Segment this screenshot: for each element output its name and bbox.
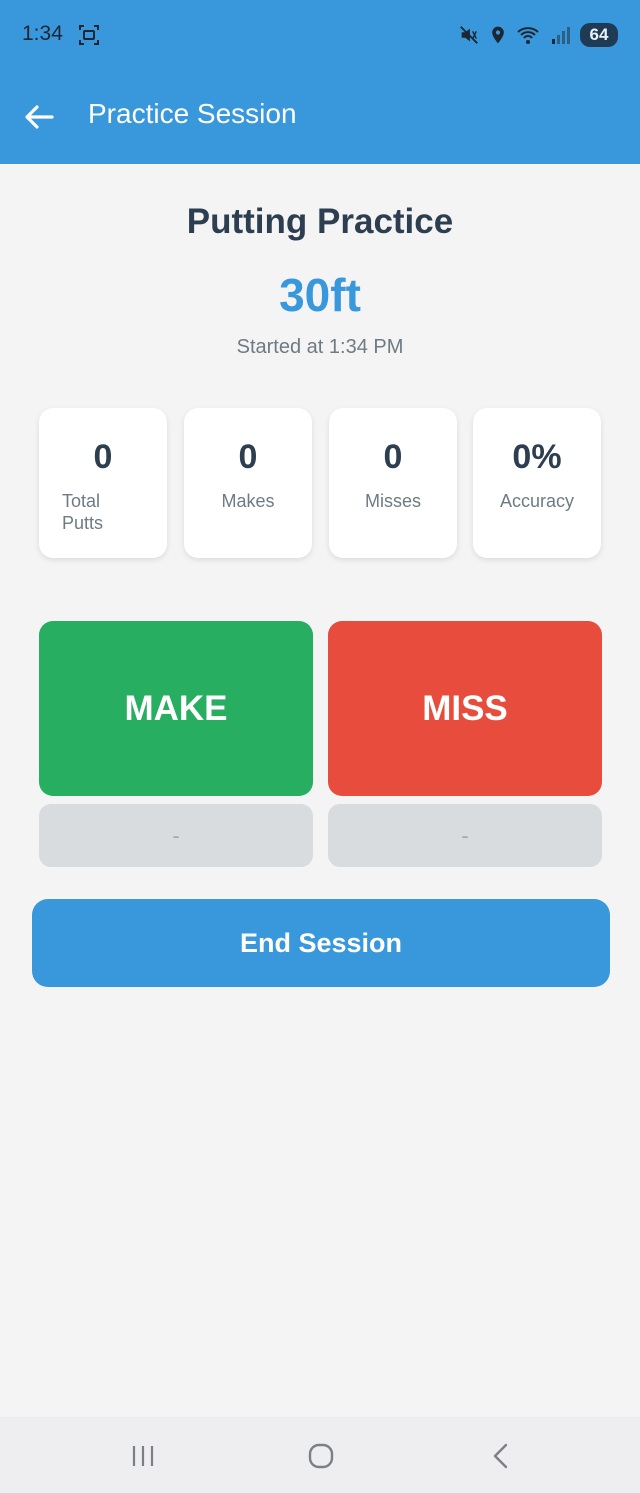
make-button[interactable]: MAKE bbox=[39, 621, 313, 796]
stat-value: 0 bbox=[93, 438, 113, 476]
status-time: 1:34 bbox=[22, 22, 63, 45]
stat-value: 0% bbox=[512, 438, 562, 476]
signal-icon bbox=[552, 27, 570, 44]
page-title: Practice Session bbox=[88, 98, 297, 129]
screenshot-icon bbox=[79, 25, 99, 45]
mute-icon bbox=[460, 26, 478, 44]
stat-value: 0 bbox=[238, 438, 258, 476]
status-bar: 1:34 64 bbox=[0, 0, 640, 70]
stat-label: Makes bbox=[221, 491, 275, 511]
miss-secondary-button[interactable]: - bbox=[328, 804, 602, 867]
stat-card-total-putts: 0 Total Putts bbox=[39, 408, 167, 558]
stat-card-accuracy: 0% Accuracy bbox=[473, 408, 601, 558]
location-icon bbox=[492, 26, 504, 44]
stat-label: Accuracy bbox=[499, 491, 575, 511]
back-icon[interactable] bbox=[484, 1439, 518, 1473]
battery-icon: 64 bbox=[580, 23, 618, 47]
arrow-left-icon[interactable] bbox=[22, 100, 56, 134]
end-session-button[interactable]: End Session bbox=[32, 899, 610, 987]
session-title: Putting Practice bbox=[186, 202, 454, 241]
stat-label: Misses bbox=[364, 491, 421, 511]
stat-card-misses: 0 Misses bbox=[329, 408, 457, 558]
system-nav-bar bbox=[0, 1417, 640, 1493]
stat-value: 0 bbox=[383, 438, 403, 476]
status-icons: 64 bbox=[458, 20, 618, 50]
distance-value: 30ft bbox=[279, 269, 361, 321]
wifi-icon bbox=[517, 27, 539, 44]
home-icon[interactable] bbox=[304, 1439, 338, 1473]
app-bar: Practice Session bbox=[0, 70, 640, 164]
stat-label: Total Putts bbox=[62, 491, 104, 533]
start-time: Started at 1:34 PM bbox=[236, 336, 404, 358]
stat-card-makes: 0 Makes bbox=[184, 408, 312, 558]
recent-apps-icon[interactable] bbox=[126, 1439, 160, 1473]
miss-button[interactable]: MISS bbox=[328, 621, 602, 796]
make-secondary-button[interactable]: - bbox=[39, 804, 313, 867]
